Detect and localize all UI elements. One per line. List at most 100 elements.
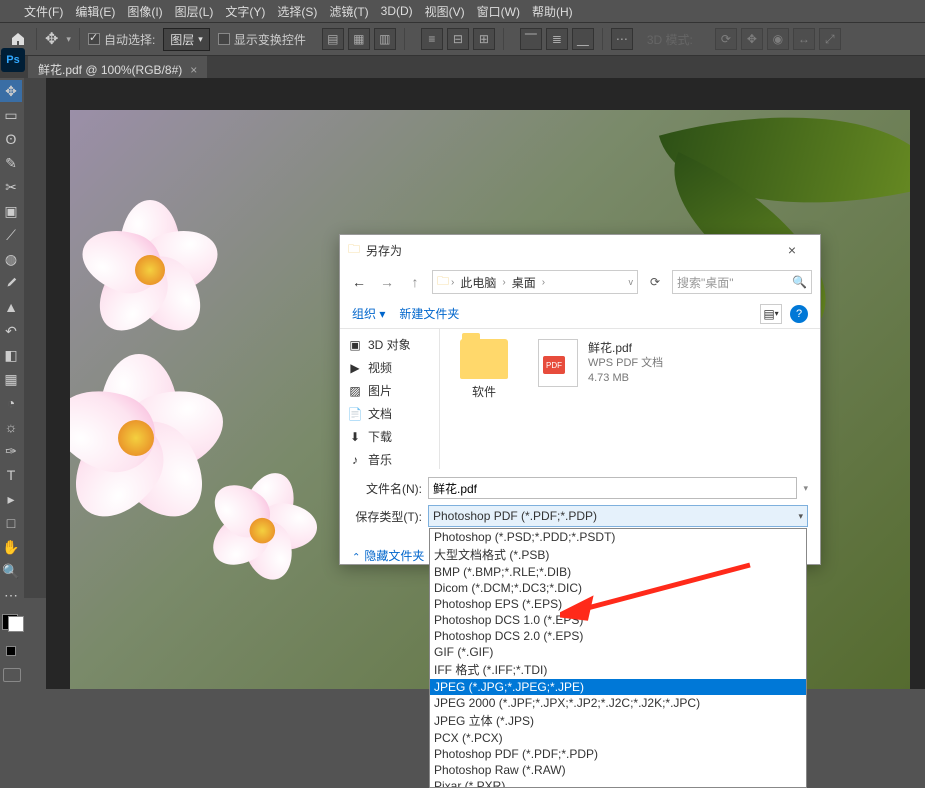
close-button[interactable]: × [772,242,812,258]
search-input[interactable]: 搜索"桌面" 🔍 [672,270,812,294]
savetype-option[interactable]: Photoshop (*.PSD;*.PDD;*.PSDT) [430,529,806,545]
savetype-option[interactable]: Photoshop DCS 2.0 (*.EPS) [430,628,806,644]
hand-tool[interactable]: ✋ [0,536,22,558]
clone-stamp-tool[interactable]: ▲ [0,296,22,318]
sidebar-item-doc[interactable]: 📄文档 [340,402,439,425]
sidebar-item-video[interactable]: ▶视频 [340,356,439,379]
distribute-1-icon[interactable]: ≡ [421,28,443,50]
background-color-swatch[interactable] [8,616,24,632]
3d-orbit-icon[interactable]: ⟳ [715,28,737,50]
distribute-2-icon[interactable]: ⊟ [447,28,469,50]
menu-type[interactable]: 文字(Y) [225,3,265,20]
hide-folders-button[interactable]: ⌄ 隐藏文件夹 [352,547,424,564]
savetype-option[interactable]: Photoshop PDF (*.PDF;*.PDP) [430,746,806,762]
pen-tool[interactable]: ✑ [0,440,22,462]
crop-tool[interactable]: ✂ [0,176,22,198]
savetype-option[interactable]: BMP (*.BMP;*.RLE;*.DIB) [430,564,806,580]
move-tool[interactable]: ✥ [0,80,22,102]
back-button[interactable]: ← [348,274,370,290]
align-center-icon[interactable]: ▦ [348,28,370,50]
savetype-option[interactable]: Dicom (*.DCM;*.DC3;*.DIC) [430,580,806,596]
3d-slide-icon[interactable]: ↔ [793,28,815,50]
align-bottom-icon[interactable]: ⎽ [572,28,594,50]
3d-roll-icon[interactable]: ◉ [767,28,789,50]
menu-edit[interactable]: 编辑(E) [75,3,115,20]
3d-pan-icon[interactable]: ✥ [741,28,763,50]
chevron-down-icon[interactable]: ▾ [803,483,808,494]
savetype-option[interactable]: 大型文档格式 (*.PSB) [430,545,806,564]
savetype-option[interactable]: GIF (*.GIF) [430,644,806,660]
auto-select-checkbox[interactable]: 自动选择: [88,31,155,48]
sidebar-item-download[interactable]: ⬇下载 [340,425,439,448]
sidebar-item-image[interactable]: ▨图片 [340,379,439,402]
eyedropper-tool[interactable]: ⟋ [0,224,22,246]
collapsed-panel-bar[interactable] [24,78,46,598]
file-item[interactable]: PDF 鲜花.pdf WPS PDF 文档 4.73 MB [538,339,663,459]
folder-item[interactable]: 软件 [454,339,514,459]
marquee-tool[interactable]: ▭ [0,104,22,126]
sidebar-item-cube[interactable]: ▣3D 对象 [340,333,439,356]
refresh-button[interactable]: ⟳ [644,275,666,289]
help-icon[interactable]: ? [790,305,808,323]
up-button[interactable]: ↑ [404,274,426,290]
savetype-option[interactable]: JPEG (*.JPG;*.JPEG;*.JPE) [430,679,806,695]
menu-select[interactable]: 选择(S) [277,3,317,20]
savetype-option[interactable]: Photoshop Raw (*.RAW) [430,762,806,778]
menu-window[interactable]: 窗口(W) [477,3,520,20]
crumb-this-pc[interactable]: 此电脑 [456,274,500,291]
distribute-3-icon[interactable]: ⊞ [473,28,495,50]
dodge-tool[interactable]: ☼ [0,416,22,438]
frame-tool[interactable]: ▣ [0,200,22,222]
history-brush-tool[interactable]: ↶ [0,320,22,342]
brush-tool[interactable] [0,272,22,294]
sidebar-item-music[interactable]: ♪音乐 [340,448,439,469]
menu-3d[interactable]: 3D(D) [381,4,413,18]
show-transform-checkbox[interactable]: 显示变换控件 [218,31,306,48]
color-swatches[interactable] [0,608,24,638]
type-tool[interactable]: T [0,464,22,486]
breadcrumb[interactable]: 🗀 › 此电脑 › 桌面 › v [432,270,638,294]
eraser-tool[interactable]: ◧ [0,344,22,366]
crumb-desktop[interactable]: 桌面 [508,274,540,291]
path-select-tool[interactable]: ▸ [0,488,22,510]
align-left-icon[interactable]: ▤ [322,28,344,50]
zoom-tool[interactable]: 🔍 [0,560,22,582]
new-folder-button[interactable]: 新建文件夹 [399,305,459,322]
savetype-option[interactable]: JPEG 立体 (*.JPS) [430,711,806,730]
more-icon[interactable]: ⋯ [611,28,633,50]
quick-mask-icon[interactable] [3,668,21,682]
home-icon[interactable] [8,29,28,49]
dropdown-caret-icon[interactable]: ▾ [66,34,71,45]
align-right-icon[interactable]: ▥ [374,28,396,50]
menu-layer[interactable]: 图层(L) [175,3,214,20]
align-top-icon[interactable]: ⎺ [520,28,542,50]
organize-button[interactable]: 组织 ▾ [352,305,385,322]
edit-toolbar-icon[interactable]: ⋯ [0,584,22,606]
default-colors-icon[interactable] [0,640,22,662]
savetype-option[interactable]: PCX (*.PCX) [430,730,806,746]
savetype-dropdown[interactable]: Photoshop PDF (*.PDF;*.PDP) ▾ Photoshop … [428,505,808,527]
savetype-option[interactable]: Photoshop EPS (*.EPS) [430,596,806,612]
chevron-down-icon[interactable]: v [629,277,634,287]
menu-filter[interactable]: 滤镜(T) [329,3,368,20]
align-middle-icon[interactable]: ≣ [546,28,568,50]
lasso-tool[interactable]: ʘ [0,128,22,150]
forward-button[interactable]: → [376,274,398,290]
healing-brush-tool[interactable]: ◍ [0,248,22,270]
savetype-option[interactable]: IFF 格式 (*.IFF;*.TDI) [430,660,806,679]
dialog-content[interactable]: 软件 PDF 鲜花.pdf WPS PDF 文档 4.73 MB [440,329,820,469]
menu-image[interactable]: 图像(I) [127,3,162,20]
filename-input[interactable] [428,477,797,499]
3d-scale-icon[interactable]: ⤢ [819,28,841,50]
auto-select-target-dropdown[interactable]: 图层 ▾ [163,28,210,51]
gradient-tool[interactable]: ▦ [0,368,22,390]
savetype-option[interactable]: Pixar (*.PXR) [430,778,806,788]
menu-file[interactable]: 文件(F) [24,3,63,20]
shape-tool[interactable]: □ [0,512,22,534]
menu-view[interactable]: 视图(V) [425,3,465,20]
blur-tool[interactable]: ◔ [0,392,22,414]
savetype-option[interactable]: Photoshop DCS 1.0 (*.EPS) [430,612,806,628]
quick-select-tool[interactable]: ✎ [0,152,22,174]
close-icon[interactable]: × [190,63,197,77]
savetype-option[interactable]: JPEG 2000 (*.JPF;*.JPX;*.JP2;*.J2C;*.J2K… [430,695,806,711]
